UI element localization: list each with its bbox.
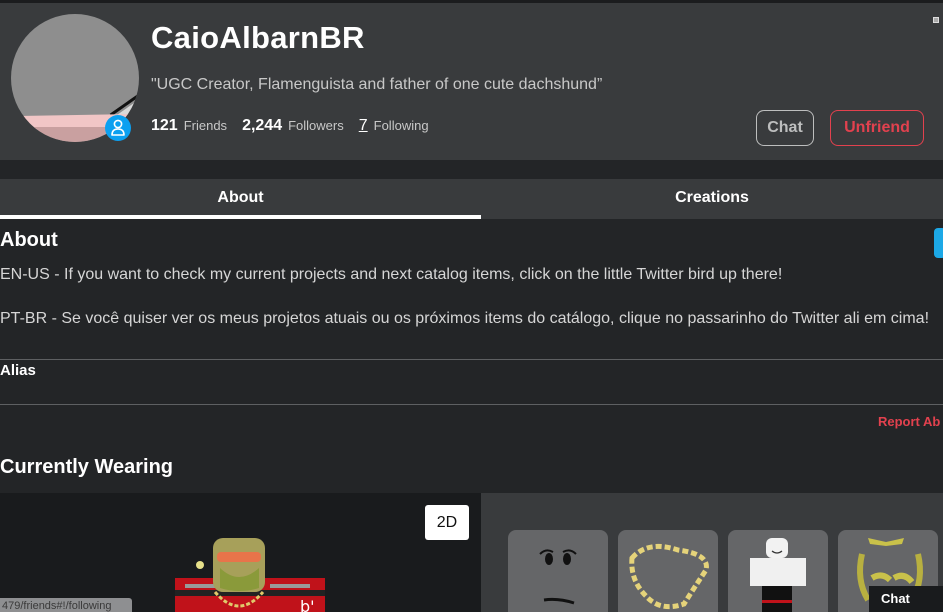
divider: [0, 404, 943, 405]
toggle-2d-button[interactable]: 2D: [425, 505, 469, 540]
tab-creations[interactable]: Creations: [481, 179, 943, 219]
profile-status: "UGC Creator, Flamenguista and father of…: [151, 76, 603, 93]
chat-dock-button[interactable]: Chat: [869, 586, 943, 612]
avatar-character-image: b': [175, 538, 325, 612]
profile-tabs: About Creations: [0, 179, 943, 219]
options-icon[interactable]: [933, 17, 939, 23]
alias-label: Alias: [0, 362, 36, 379]
profile-stats: 121 Friends 2,244 Followers 7 Following: [151, 117, 444, 135]
currently-wearing-heading: Currently Wearing: [0, 456, 173, 478]
gold-chain-icon: [629, 543, 709, 610]
unfriend-button[interactable]: Unfriend: [830, 110, 924, 146]
item-card-white-shirt[interactable]: [728, 530, 828, 612]
friends-count[interactable]: 121: [151, 117, 178, 135]
description-blank: [0, 286, 943, 308]
presence-user-icon: [105, 115, 131, 141]
white-shirt-icon: [750, 538, 806, 612]
edit-side-button[interactable]: [934, 228, 943, 258]
description-en: EN-US - If you want to check my current …: [0, 266, 783, 283]
divider: [0, 359, 943, 360]
about-description: EN-US - If you want to check my current …: [0, 264, 943, 330]
followers-label[interactable]: Followers: [288, 118, 344, 133]
following-label[interactable]: Following: [374, 118, 429, 133]
friends-label[interactable]: Friends: [184, 118, 227, 133]
about-heading: About: [0, 229, 58, 251]
item-card-angry-face[interactable]: [508, 530, 608, 612]
report-abuse-link[interactable]: Report Ab: [878, 414, 940, 429]
status-bar-url: 479/friends#!/following: [0, 598, 132, 612]
angry-face-icon: [539, 549, 577, 605]
user-icon: [111, 119, 125, 136]
header-separator: [0, 160, 943, 179]
item-card-gold-chain[interactable]: [618, 530, 718, 612]
chat-button[interactable]: Chat: [756, 110, 814, 146]
followers-count[interactable]: 2,244: [242, 117, 282, 135]
tab-about[interactable]: About: [0, 179, 481, 219]
svg-text:b': b': [300, 597, 315, 612]
description-pt: PT-BR - Se você quiser ver os meus proje…: [0, 310, 930, 327]
following-count[interactable]: 7: [359, 117, 368, 135]
username: CaioAlbarnBR: [151, 20, 365, 55]
